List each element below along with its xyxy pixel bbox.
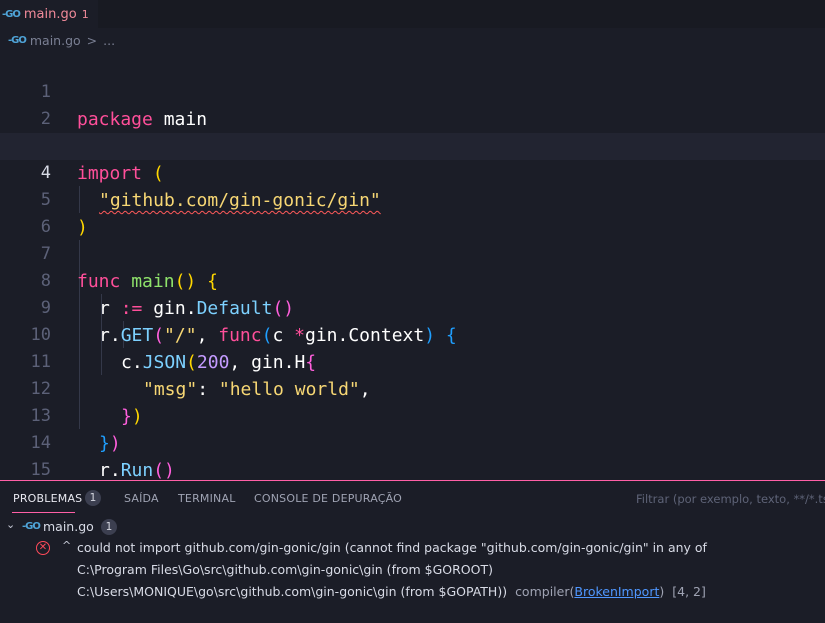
breadcrumb: -GO main.go > ... (0, 28, 825, 52)
code-line: 12 }) (0, 349, 825, 427)
code-editor[interactable]: 1 package main 2 3 import ( 4 "github.co… (0, 52, 825, 480)
code-line: 11 "msg": "hello world", (0, 322, 825, 400)
code-line: 10 c.JSON(200, gin.H{ (0, 295, 825, 373)
code-line: 3 import ( (0, 106, 825, 184)
problem-source: compiler (515, 584, 570, 599)
code-line: 7 func main() { (0, 214, 825, 292)
tab-main-go[interactable]: -GO main.go 1 (0, 0, 99, 28)
tab-terminal[interactable]: TERMINAL (178, 492, 236, 505)
tab-debug-console[interactable]: CONSOLE DE DEPURAÇÃO (254, 492, 402, 505)
problem-message-line3-row: C:\Users\MONIQUE\go\src\github.com\gin-g… (77, 584, 706, 599)
chevron-up-icon[interactable]: ^ (62, 539, 71, 552)
chevron-down-icon[interactable]: ⌄ (6, 518, 15, 531)
problem-message-line3: C:\Users\MONIQUE\go\src\github.com\gin-g… (77, 584, 508, 599)
go-file-icon: -GO (8, 34, 27, 46)
editor-tab-bar: -GO main.go 1 (0, 0, 825, 28)
bottom-panel: PROBLEMAS 1 SAÍDA TERMINAL CONSOLE DE DE… (0, 480, 825, 623)
problem-group-file: main.go (43, 519, 94, 534)
problem-position: [4, 2] (672, 584, 706, 599)
problem-group-count: 1 (101, 519, 117, 535)
tab-label: main.go (23, 6, 77, 22)
code-line: 5 ) (0, 160, 825, 238)
code-line: 13 }) (0, 376, 825, 454)
tab-output[interactable]: SAÍDA (124, 492, 159, 505)
problems-filter-input[interactable]: Filtrar (por exemplo, texto, **/*.ts, !* (636, 492, 825, 506)
breadcrumb-separator: > (86, 32, 98, 48)
problems-count-badge: 1 (85, 490, 101, 506)
tab-problems[interactable]: PROBLEMAS (13, 492, 82, 505)
code-line: 14 r.Run() (0, 403, 825, 480)
problem-group-main-go[interactable]: ⌄ -GO main.go 1 (0, 517, 825, 537)
code-line: 2 (0, 79, 825, 129)
panel-tabs: PROBLEMAS 1 SAÍDA TERMINAL CONSOLE DE DE… (0, 481, 825, 514)
code-line: 8 r := gin.Default() (0, 241, 825, 319)
breadcrumb-more[interactable]: ... (103, 33, 115, 48)
code-line: 9 r.GET("/", func(c *gin.Context) { (0, 268, 825, 346)
code-line-current: 4 "github.com/gin-gonic/gin" (0, 133, 825, 211)
code-line: 16 (0, 457, 825, 480)
error-icon: ✕ (36, 541, 50, 555)
tab-problem-count: 1 (81, 7, 89, 21)
problem-message-line2: C:\Program Files\Go\src\github.com\gin-g… (77, 562, 493, 577)
code-line: 1 package main (0, 52, 825, 130)
active-tab-indicator (12, 512, 75, 513)
go-file-icon: -GO (22, 521, 41, 532)
go-file-icon: -GO (2, 8, 21, 20)
code-line: 6 (0, 187, 825, 237)
problem-message-line1[interactable]: could not import github.com/gin-gonic/gi… (77, 540, 707, 555)
paren-close: ) (659, 584, 665, 599)
breadcrumb-file[interactable]: main.go (30, 33, 81, 48)
tab-bar-empty-area (98, 0, 825, 28)
problem-code-link[interactable]: BrokenImport (574, 584, 659, 599)
code-line: 15 } (0, 430, 825, 480)
